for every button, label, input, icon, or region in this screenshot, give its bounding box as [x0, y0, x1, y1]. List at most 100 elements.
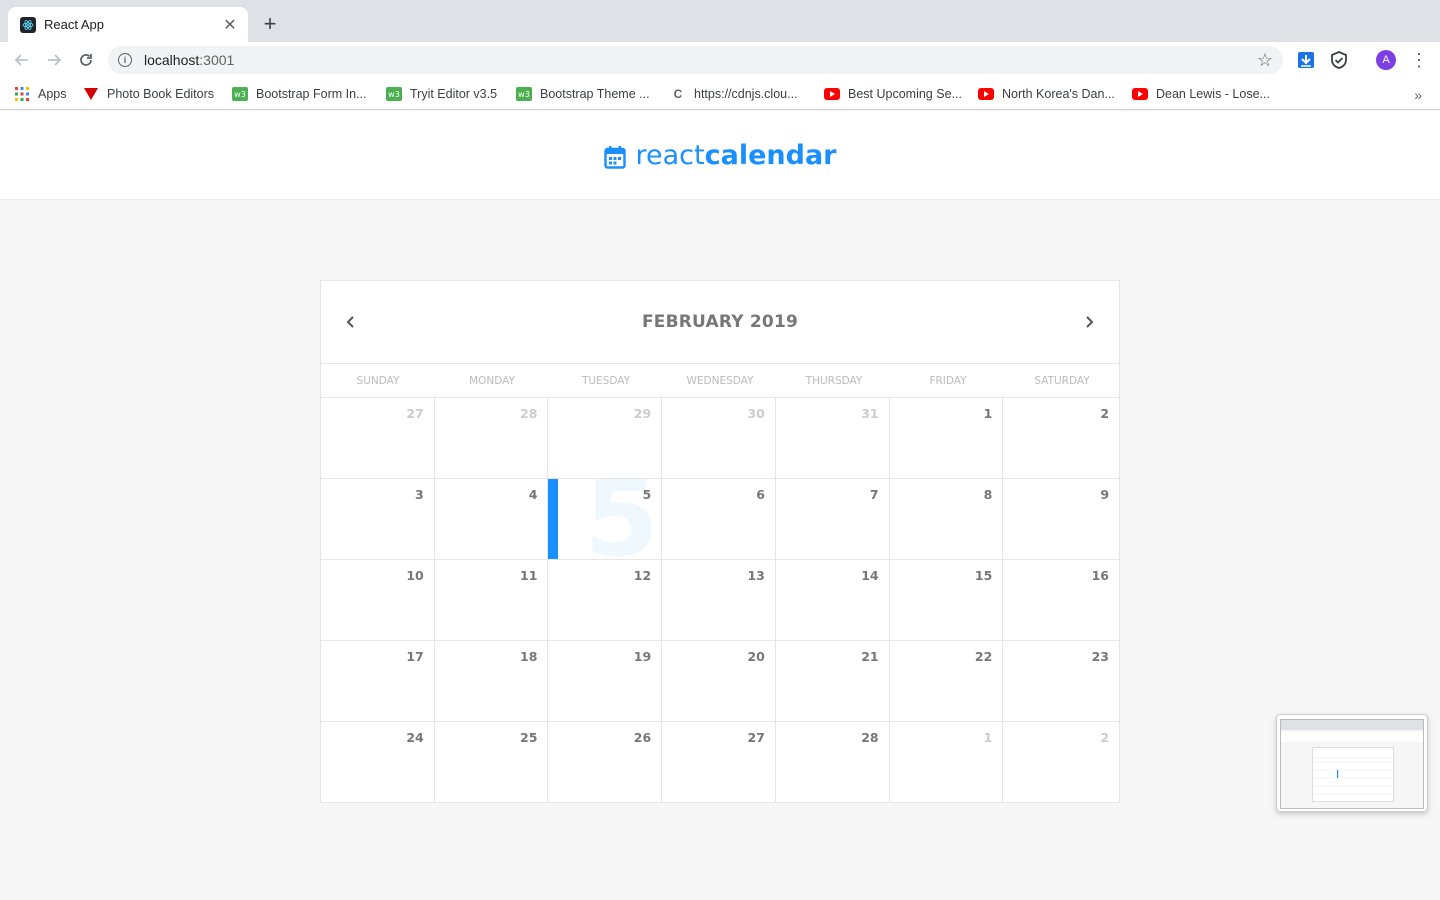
calendar-week-row: 27 28 29 30 31 1 2	[321, 398, 1119, 479]
bookmark-label: North Korea's Dan...	[1002, 87, 1115, 101]
calendar-day-cell[interactable]: 6	[662, 479, 776, 559]
bookmark-label: Best Upcoming Se...	[848, 87, 962, 101]
bookmark-item[interactable]: w3 Bootstrap Theme ...	[516, 83, 650, 105]
calendar-day-cell[interactable]: 23	[1003, 641, 1119, 721]
month-title: FEBRUARY 2019	[641, 312, 798, 332]
bookmark-label: Dean Lewis - Lose...	[1156, 87, 1270, 101]
calendar-day-cell[interactable]: 27	[662, 722, 776, 803]
calendar-header: FEBRUARY 2019	[321, 281, 1119, 364]
browser-tab[interactable]: React App ✕	[8, 7, 248, 42]
calendar-day-cell[interactable]: 30	[662, 398, 776, 478]
back-arrow-icon[interactable]	[10, 48, 34, 72]
logo-text-bold: calendar	[704, 139, 837, 171]
day-number: 27	[747, 730, 765, 745]
bookmark-item[interactable]: w3 Bootstrap Form In...	[232, 83, 366, 105]
screenshot-thumbnail[interactable]	[1276, 714, 1428, 812]
bookmark-apps[interactable]: Apps	[14, 83, 67, 105]
calendar-day-cell[interactable]: 20	[662, 641, 776, 721]
calendar-day-selected[interactable]: 55	[548, 479, 663, 559]
bookmark-item[interactable]: C https://cdnjs.clou...	[670, 83, 798, 105]
bookmark-item[interactable]: w3 Tryit Editor v3.5	[386, 83, 497, 105]
prev-month-icon[interactable]	[343, 314, 359, 330]
forward-arrow-icon[interactable]	[42, 48, 66, 72]
calendar-day-cell[interactable]: 26	[548, 722, 663, 803]
green-w3-icon: w3	[386, 86, 402, 102]
thumbnail-header	[1281, 732, 1423, 742]
bookmark-item[interactable]: Photo Book Editors	[83, 83, 214, 105]
day-number: 14	[861, 568, 879, 583]
day-number: 29	[633, 406, 652, 421]
day-number: 6	[756, 487, 765, 502]
calendar-day-cell[interactable]: 10	[321, 560, 435, 640]
new-tab-icon[interactable]: +	[258, 11, 282, 36]
browser-tabbar: React App ✕ +	[0, 0, 1440, 42]
calendar-day-cell[interactable]: 19	[548, 641, 663, 721]
url-host: localhost	[144, 52, 200, 68]
day-number: 13	[747, 568, 765, 583]
day-number: 4	[528, 487, 538, 502]
calendar-day-cell[interactable]: 24	[321, 722, 435, 803]
calendar-day-cell[interactable]: 25	[435, 722, 549, 803]
weekday-header: Sunday Monday Tuesday Wednesday Thursday Frid…	[321, 364, 1119, 398]
thumbnail-grid	[1313, 757, 1395, 795]
calendar-day-cell[interactable]: 31	[776, 398, 890, 478]
calendar-day-cell[interactable]: 28	[776, 722, 890, 803]
calendar-day-cell[interactable]: 21	[776, 641, 890, 721]
browser-menu-icon[interactable]: ⋮	[1410, 49, 1428, 71]
bookmark-item[interactable]: North Korea's Dan...	[978, 83, 1115, 105]
weekday-label: Thursday	[805, 375, 863, 387]
calendar-week-row: 3 4 55 6 7 8 9	[321, 479, 1119, 560]
calendar-day-cell[interactable]: 7	[776, 479, 890, 559]
calendar-day-cell[interactable]: 2	[1003, 722, 1119, 803]
bookmark-item[interactable]: Dean Lewis - Lose...	[1132, 83, 1270, 105]
c-letter-icon: C	[673, 87, 683, 101]
bookmark-item[interactable]: Best Upcoming Se...	[824, 83, 962, 105]
svg-text:w3: w3	[518, 90, 530, 99]
calendar-icon	[603, 146, 626, 169]
calendar-day-cell[interactable]: 14	[776, 560, 890, 640]
download-extension-icon[interactable]	[1296, 50, 1316, 70]
calendar-day-cell[interactable]: 22	[890, 641, 1004, 721]
day-number: 9	[1100, 487, 1110, 502]
calendar-day-cell[interactable]: 15	[890, 560, 1004, 640]
day-number: 28	[861, 730, 879, 745]
day-number: 24	[406, 730, 424, 745]
youtube-icon	[978, 86, 994, 102]
calendar-day-cell[interactable]: 8	[890, 479, 1004, 559]
day-number: 18	[520, 649, 538, 664]
day-number: 11	[520, 568, 538, 583]
calendar-day-cell[interactable]: 16	[1003, 560, 1119, 640]
calendar-day-cell[interactable]: 1	[890, 722, 1004, 803]
calendar-day-cell[interactable]: 9	[1003, 479, 1119, 559]
calendar-day-cell[interactable]: 29	[548, 398, 663, 478]
calendar-day-cell[interactable]: 2	[1003, 398, 1119, 478]
calendar-day-cell[interactable]: 3	[321, 479, 435, 559]
reload-icon[interactable]	[74, 48, 98, 72]
profile-avatar[interactable]: A	[1376, 50, 1396, 70]
bookmarks-overflow-icon[interactable]: »	[1414, 87, 1422, 103]
shield-extension-icon[interactable]	[1329, 50, 1349, 70]
calendar-day-cell[interactable]: 17	[321, 641, 435, 721]
bookmark-star-icon[interactable]: ☆	[1257, 50, 1273, 71]
day-number: 21	[861, 649, 879, 664]
calendar-day-cell[interactable]: 1	[890, 398, 1004, 478]
calendar-day-cell[interactable]: 12	[548, 560, 663, 640]
calendar-day-cell[interactable]: 13	[662, 560, 776, 640]
day-number: 22	[974, 649, 993, 664]
calendar-day-cell[interactable]: 28	[435, 398, 549, 478]
site-info-icon[interactable]: i	[118, 53, 132, 67]
weekday-label: Friday	[929, 375, 967, 387]
weekday-label: Monday	[469, 375, 515, 387]
tab-close-icon[interactable]: ✕	[222, 17, 238, 34]
calendar-day-cell[interactable]: 11	[435, 560, 549, 640]
red-v-icon	[83, 86, 99, 102]
address-bar[interactable]: i localhost:3001 ☆	[108, 46, 1283, 74]
day-number: 31	[861, 406, 879, 421]
calendar-day-cell[interactable]: 18	[435, 641, 549, 721]
calendar-day-cell[interactable]: 4	[435, 479, 549, 559]
next-month-icon[interactable]	[1081, 314, 1097, 330]
svg-text:w3: w3	[234, 90, 246, 99]
calendar-week-row: 17 18 19 20 21 22 23	[321, 641, 1119, 722]
day-number: 5	[642, 487, 652, 502]
calendar-day-cell[interactable]: 27	[321, 398, 435, 478]
